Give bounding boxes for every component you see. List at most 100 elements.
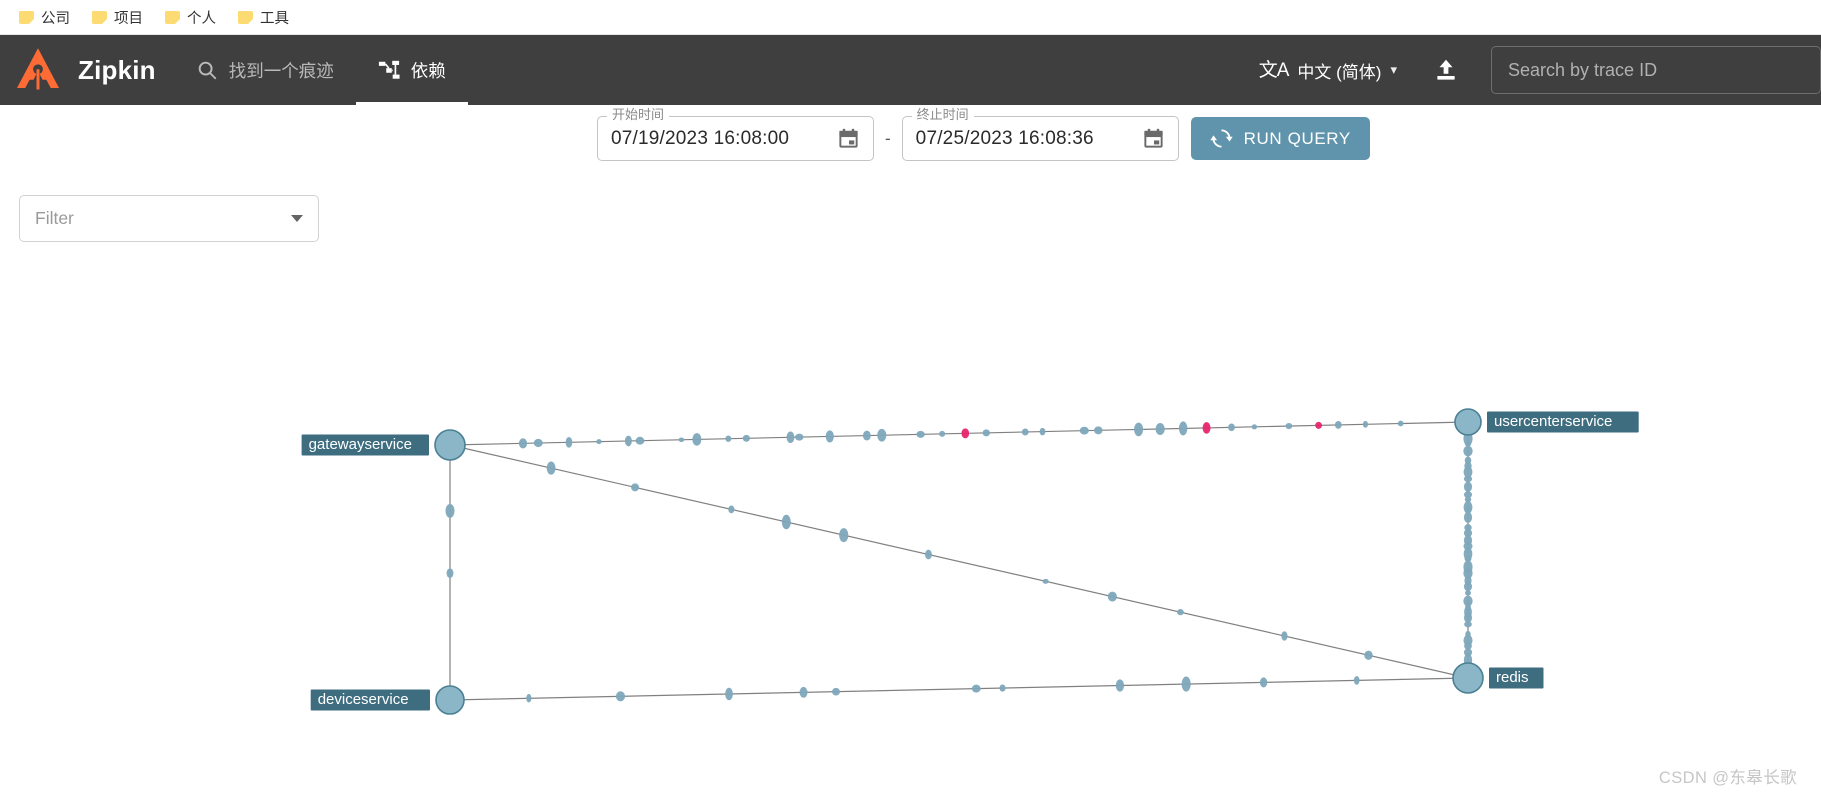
node-circle[interactable] xyxy=(434,429,466,461)
graph-particle xyxy=(781,514,791,530)
graph-nodes-layer: gatewayservice usercenterservice redis devi… xyxy=(301,408,1639,715)
graph-particle xyxy=(1463,511,1473,523)
folder-icon xyxy=(92,10,107,24)
graph-particle xyxy=(799,686,808,698)
translate-icon: 文A xyxy=(1258,59,1290,81)
node-label-text: redis xyxy=(1496,669,1529,686)
graph-particle xyxy=(1178,421,1188,436)
graph-particle xyxy=(1042,578,1049,584)
graph-particle xyxy=(1397,420,1404,427)
graph-particle xyxy=(1334,421,1342,429)
graph-particle xyxy=(526,694,532,703)
node-circle[interactable] xyxy=(1452,662,1484,694)
graph-particle xyxy=(971,684,981,693)
graph-particle xyxy=(1463,475,1473,483)
graph-particle xyxy=(1463,581,1473,592)
bookmark-item-2[interactable]: 个人 xyxy=(156,4,225,31)
graph-particle xyxy=(939,430,946,437)
folder-icon xyxy=(238,10,253,24)
graph-particle xyxy=(1021,428,1029,436)
graph-particle xyxy=(445,504,455,518)
graph-particle xyxy=(1181,676,1191,692)
graph-particle xyxy=(518,438,528,449)
graph-particle xyxy=(1155,422,1165,435)
node-circle[interactable] xyxy=(1454,408,1482,436)
graph-particle xyxy=(624,435,632,447)
graph-node-usercenterservice[interactable]: usercenterservice xyxy=(1454,408,1639,436)
graph-particle xyxy=(565,436,573,448)
nav-tab-label: 找到一个痕迹 xyxy=(228,60,334,81)
graph-particle xyxy=(725,687,733,701)
graph-particle xyxy=(533,438,543,448)
graph-particle xyxy=(635,436,645,445)
graph-particle xyxy=(1094,426,1103,435)
graph-particle xyxy=(596,439,602,445)
upload-icon xyxy=(1437,59,1455,80)
folder-icon xyxy=(165,10,180,24)
language-selector[interactable]: 文A 中文 (简体) ▾ xyxy=(1245,50,1411,91)
dependency-graph[interactable]: gatewayservice usercenterservice redis devi… xyxy=(0,105,1821,808)
graph-particle xyxy=(1285,423,1293,430)
graph-particle xyxy=(1362,420,1369,428)
graph-particle xyxy=(1353,676,1360,685)
browser-bookmarks-bar: 公司 项目 个人 工具 xyxy=(0,0,1821,35)
graph-edges-layer xyxy=(449,421,1469,701)
upload-trace-button[interactable] xyxy=(1411,49,1481,91)
graph-particle xyxy=(982,429,991,437)
graph-particle xyxy=(1176,609,1184,616)
bookmark-item-1[interactable]: 项目 xyxy=(83,4,152,31)
nav-tab-find-trace[interactable]: 找到一个痕迹 xyxy=(174,35,356,105)
graph-particle xyxy=(631,483,640,492)
graph-particle xyxy=(692,433,702,446)
node-circle[interactable] xyxy=(435,685,465,715)
bookmark-label: 公司 xyxy=(41,10,70,27)
graph-particle xyxy=(615,691,626,702)
graph-particle xyxy=(678,437,685,443)
graph-particle xyxy=(1134,422,1144,437)
node-label-text: gatewayservice xyxy=(309,436,412,453)
graph-particle xyxy=(1039,427,1046,436)
graph-particle xyxy=(839,528,849,543)
graph-particle xyxy=(1463,481,1473,493)
graph-particle xyxy=(925,549,932,560)
nav-tab-label: 依赖 xyxy=(410,60,446,81)
graph-particle xyxy=(1251,424,1258,430)
graph-node-deviceservice[interactable]: deviceservice xyxy=(310,685,465,715)
graph-particle xyxy=(725,435,732,442)
trace-search-wrapper xyxy=(1481,46,1821,94)
graph-particle xyxy=(1228,423,1235,432)
graph-particle xyxy=(916,430,925,438)
brand-home-link[interactable]: Zipkin xyxy=(0,35,174,105)
graph-particle xyxy=(786,431,795,444)
bookmark-label: 工具 xyxy=(260,10,289,27)
bookmark-label: 项目 xyxy=(114,10,143,27)
graph-error-particle xyxy=(1202,422,1211,434)
graph-particle xyxy=(862,430,871,441)
graph-error-particle xyxy=(961,428,970,439)
graph-particle xyxy=(877,428,887,442)
nav-tab-dependencies[interactable]: 依赖 xyxy=(355,35,468,105)
graph-particle xyxy=(1107,591,1117,602)
search-icon xyxy=(198,61,216,80)
graph-particle xyxy=(546,461,556,475)
search-by-trace-id-input[interactable] xyxy=(1491,46,1821,94)
node-label-text: usercenterservice xyxy=(1494,413,1612,430)
graph-particle xyxy=(1463,445,1473,457)
graph-particle xyxy=(446,568,454,579)
language-label: 中文 (简体) xyxy=(1297,62,1382,82)
bookmark-label: 个人 xyxy=(187,10,216,27)
dependency-tree-icon xyxy=(378,60,400,79)
bookmark-item-0[interactable]: 公司 xyxy=(10,4,79,31)
graph-edge[interactable] xyxy=(449,444,1469,679)
graph-particle xyxy=(1464,621,1472,628)
graph-node-gatewayservice[interactable]: gatewayservice xyxy=(301,429,466,461)
graph-particle xyxy=(1465,590,1471,596)
graph-edge[interactable] xyxy=(449,677,1469,701)
graph-particle xyxy=(1115,679,1125,692)
navbar-right-group: 文A 中文 (简体) ▾ xyxy=(1245,35,1821,105)
bookmark-item-3[interactable]: 工具 xyxy=(229,4,298,31)
zipkin-navbar: Zipkin 找到一个痕迹 依赖 文A 中文 (简体) ▾ xyxy=(0,35,1821,105)
graph-node-redis[interactable]: redis xyxy=(1452,662,1544,694)
graph-particle xyxy=(825,430,834,443)
folder-icon xyxy=(19,10,34,24)
